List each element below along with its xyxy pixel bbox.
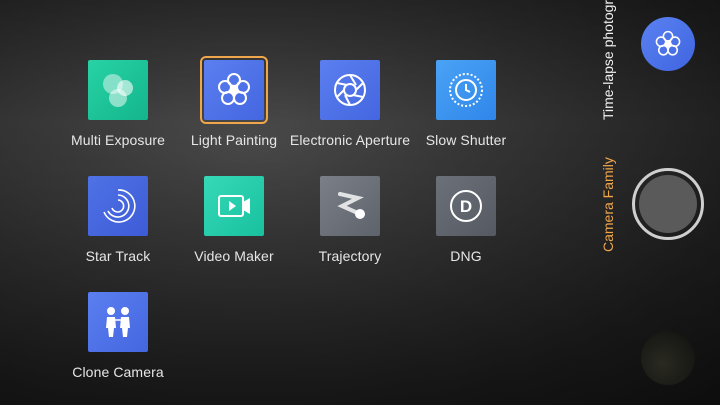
svg-text:D: D [460, 197, 472, 216]
gallery-thumbnail[interactable] [641, 331, 695, 385]
mode-electronic-aperture[interactable]: Electronic Aperture [290, 60, 410, 168]
current-mode-badge[interactable] [641, 17, 695, 71]
mode-label: Slow Shutter [425, 132, 507, 148]
shutter-inner [639, 175, 697, 233]
mode-video-maker[interactable]: Video Maker [176, 176, 292, 284]
mode-grid: Multi Exposure Light Painting Electronic… [0, 0, 580, 405]
mode-multi-exposure[interactable]: Multi Exposure [60, 60, 176, 168]
video-maker-icon [204, 176, 264, 236]
clone-camera-icon [88, 292, 148, 352]
dng-icon: D [436, 176, 496, 236]
mode-dng[interactable]: D DNG [408, 176, 524, 284]
multi-exposure-icon [88, 60, 148, 120]
mode-clone-camera[interactable]: Clone Camera [60, 292, 176, 400]
light-painting-icon [655, 30, 681, 56]
mode-label: Clone Camera [72, 364, 164, 380]
mode-switch-time-lapse[interactable]: Time-lapse photography [600, 0, 616, 120]
mode-switch-camera-family[interactable]: Camera Family [600, 157, 616, 252]
mode-slow-shutter[interactable]: Slow Shutter [408, 60, 524, 168]
star-track-icon [88, 176, 148, 236]
mode-light-painting[interactable]: Light Painting [176, 56, 292, 168]
aperture-icon [320, 60, 380, 120]
slow-shutter-icon [436, 60, 496, 120]
mode-star-track[interactable]: Star Track [60, 176, 176, 284]
shutter-button[interactable] [632, 168, 704, 240]
light-painting-icon [200, 56, 268, 124]
mode-label: DNG [450, 248, 482, 264]
trajectory-icon [320, 176, 380, 236]
mode-trajectory[interactable]: Trajectory [292, 176, 408, 284]
